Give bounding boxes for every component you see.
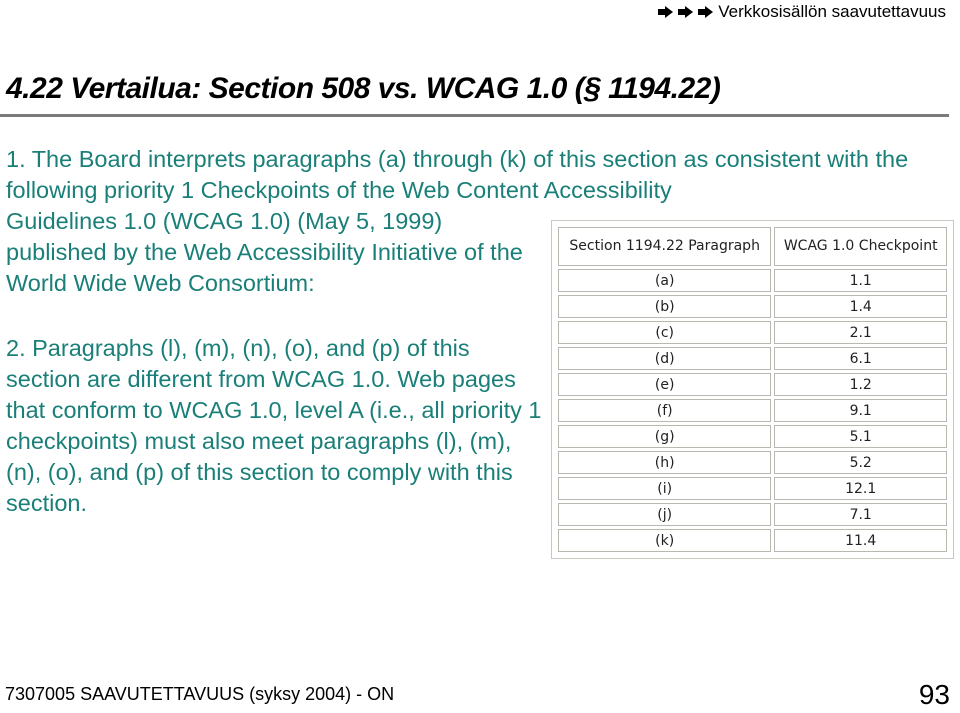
course-title: Verkkosisällön saavutettavuus	[718, 2, 946, 21]
wcag-checkpoint-cell: 7.1	[774, 503, 947, 526]
wcag-checkpoint-cell: 5.2	[774, 451, 947, 474]
paragraph-1-intro: 1. The Board interprets paragraphs (a) t…	[6, 146, 909, 203]
title-divider	[0, 114, 949, 117]
section-paragraph-cell: (e)	[558, 373, 772, 396]
table-row: (f) 9.1	[558, 399, 947, 422]
comparison-table: Section 1194.22 Paragraph WCAG 1.0 Check…	[551, 220, 954, 559]
arrow-right-icon[interactable]	[658, 6, 674, 18]
top-navigation: Verkkosisällön saavutettavuus	[658, 2, 946, 22]
footer-course: 7307005 SAAVUTETTAVUUS (syksy 2004) - ON	[5, 684, 395, 704]
page-number: 93	[918, 679, 950, 710]
wcag-checkpoint-cell: 1.1	[774, 269, 947, 292]
paragraph-2: 2. Paragraphs (l), (m), (n), (o), and (p…	[6, 335, 542, 516]
section-paragraph-cell: (a)	[558, 269, 772, 292]
table-row: (i) 12.1	[558, 477, 947, 500]
section-paragraph-cell: (j)	[558, 503, 772, 526]
section-paragraph-cell: (c)	[558, 321, 772, 344]
section-paragraph-cell: (g)	[558, 425, 772, 448]
table-row: (e) 1.2	[558, 373, 947, 396]
table-row: (g) 5.1	[558, 425, 947, 448]
table-row: (k) 11.4	[558, 529, 947, 552]
table-row: (b) 1.4	[558, 295, 947, 318]
paragraph-1-continued: Guidelines 1.0 (WCAG 1.0) (May 5, 1999) …	[6, 208, 523, 296]
wcag-checkpoint-cell: 9.1	[774, 399, 947, 422]
table-row: (d) 6.1	[558, 347, 947, 370]
wcag-checkpoint-cell: 5.1	[774, 425, 947, 448]
wcag-checkpoint-cell: 12.1	[774, 477, 947, 500]
wcag-checkpoint-cell: 2.1	[774, 321, 947, 344]
arrow-right-icon[interactable]	[678, 6, 694, 18]
table-row: (h) 5.2	[558, 451, 947, 474]
wcag-checkpoint-cell: 11.4	[774, 529, 947, 552]
table-row: (a) 1.1	[558, 269, 947, 292]
section-paragraph-cell: (b)	[558, 295, 772, 318]
column-header-section: Section 1194.22 Paragraph	[558, 227, 772, 266]
arrow-right-icon[interactable]	[698, 6, 714, 18]
table-row: (c) 2.1	[558, 321, 947, 344]
table-header-row: Section 1194.22 Paragraph WCAG 1.0 Check…	[558, 227, 947, 266]
section-paragraph-cell: (d)	[558, 347, 772, 370]
section-paragraph-cell: (f)	[558, 399, 772, 422]
section-paragraph-cell: (k)	[558, 529, 772, 552]
slide-title: 4.22 Vertailua: Section 508 vs. WCAG 1.0…	[6, 72, 721, 105]
section-paragraph-cell: (h)	[558, 451, 772, 474]
wcag-checkpoint-cell: 1.2	[774, 373, 947, 396]
wcag-checkpoint-cell: 1.4	[774, 295, 947, 318]
section-paragraph-cell: (i)	[558, 477, 772, 500]
table-row: (j) 7.1	[558, 503, 947, 526]
column-header-wcag: WCAG 1.0 Checkpoint	[774, 227, 947, 266]
wcag-checkpoint-cell: 6.1	[774, 347, 947, 370]
